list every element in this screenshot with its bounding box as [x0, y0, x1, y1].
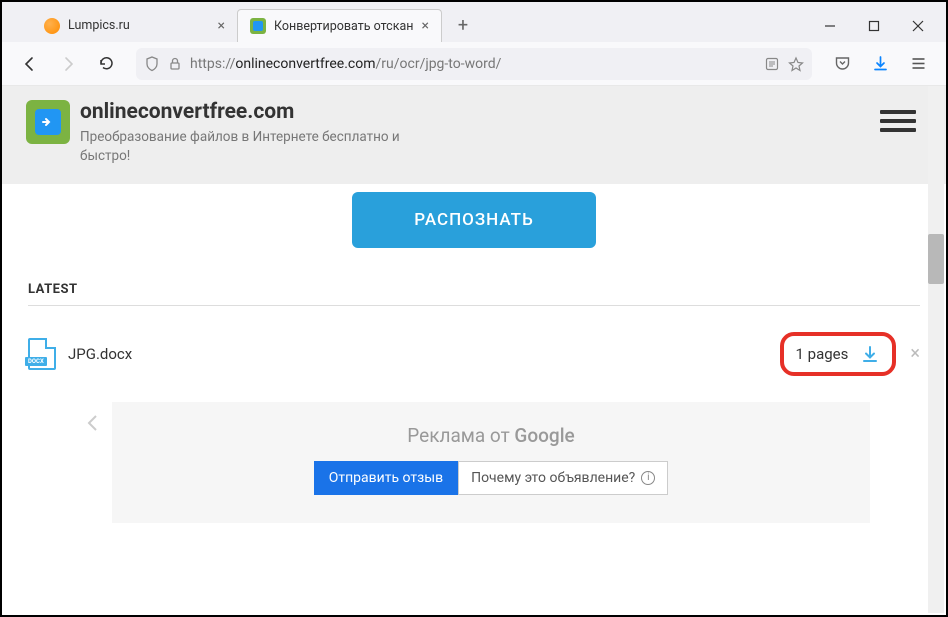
site-header: onlineconvertfree.com Преобразование фай…: [2, 86, 946, 184]
close-icon[interactable]: ×: [422, 18, 429, 34]
pocket-icon[interactable]: [826, 48, 858, 80]
tab-convert[interactable]: Конвертировать отсканирован ×: [237, 9, 442, 42]
favicon-convert: [250, 18, 266, 34]
vertical-scrollbar[interactable]: [928, 86, 944, 613]
tab-title: Конвертировать отсканирован: [274, 19, 414, 34]
titlebar: Lumpics.ru × Конвертировать отсканирован…: [2, 2, 946, 42]
close-button[interactable]: [896, 10, 940, 42]
new-tab-button[interactable]: +: [450, 13, 476, 39]
latest-heading: LATEST: [28, 274, 920, 306]
file-name: JPG.docx: [68, 345, 132, 363]
tab-lumpics[interactable]: Lumpics.ru ×: [32, 10, 237, 42]
ad-why-button[interactable]: Почему это объявление?i: [458, 461, 668, 495]
ad-back-icon[interactable]: [82, 412, 104, 438]
favicon-lumpics: [44, 18, 60, 34]
maximize-button[interactable]: [852, 10, 896, 42]
shield-icon[interactable]: [144, 56, 160, 72]
back-button[interactable]: [14, 48, 46, 80]
site-logo[interactable]: [26, 100, 70, 144]
reader-icon[interactable]: [764, 56, 780, 72]
close-icon[interactable]: ×: [218, 18, 225, 34]
tab-title: Lumpics.ru: [68, 18, 210, 33]
downloads-icon[interactable]: [864, 48, 896, 80]
hamburger-menu[interactable]: [880, 110, 916, 132]
remove-file-icon[interactable]: ×: [910, 343, 920, 364]
ad-title: Реклама от Google: [112, 424, 870, 447]
window-controls: [808, 10, 946, 42]
docx-file-icon: DOCX: [28, 338, 56, 370]
download-group: 1 pages: [780, 332, 897, 376]
menu-icon[interactable]: [902, 48, 934, 80]
bookmark-icon[interactable]: [788, 56, 804, 72]
minimize-button[interactable]: [808, 10, 852, 42]
download-icon[interactable]: [860, 344, 880, 364]
ad-container: Реклама от Google Отправить отзыв Почему…: [112, 402, 870, 523]
scrollbar-thumb[interactable]: [928, 234, 944, 284]
ad-feedback-button[interactable]: Отправить отзыв: [314, 461, 458, 495]
lock-icon[interactable]: [168, 57, 182, 71]
page-content: onlineconvertfree.com Преобразование фай…: [2, 86, 946, 615]
url-bar[interactable]: https://onlineconvertfree.com/ru/ocr/jpg…: [136, 48, 812, 80]
url-text: https://onlineconvertfree.com/ru/ocr/jpg…: [190, 56, 756, 72]
toolbar: https://onlineconvertfree.com/ru/ocr/jpg…: [2, 42, 946, 86]
forward-button[interactable]: [52, 48, 84, 80]
file-row: DOCX JPG.docx 1 pages ×: [28, 306, 920, 402]
info-icon: i: [641, 471, 655, 485]
tab-strip: Lumpics.ru × Конвертировать отсканирован…: [2, 9, 808, 42]
reload-button[interactable]: [90, 48, 122, 80]
site-subtitle: Преобразование файлов в Интернете беспла…: [80, 128, 410, 166]
pages-count: 1 pages: [796, 345, 849, 363]
brand: onlineconvertfree.com Преобразование фай…: [26, 100, 410, 166]
site-title: onlineconvertfree.com: [80, 100, 410, 124]
recognize-button[interactable]: РАСПОЗНАТЬ: [352, 192, 596, 248]
